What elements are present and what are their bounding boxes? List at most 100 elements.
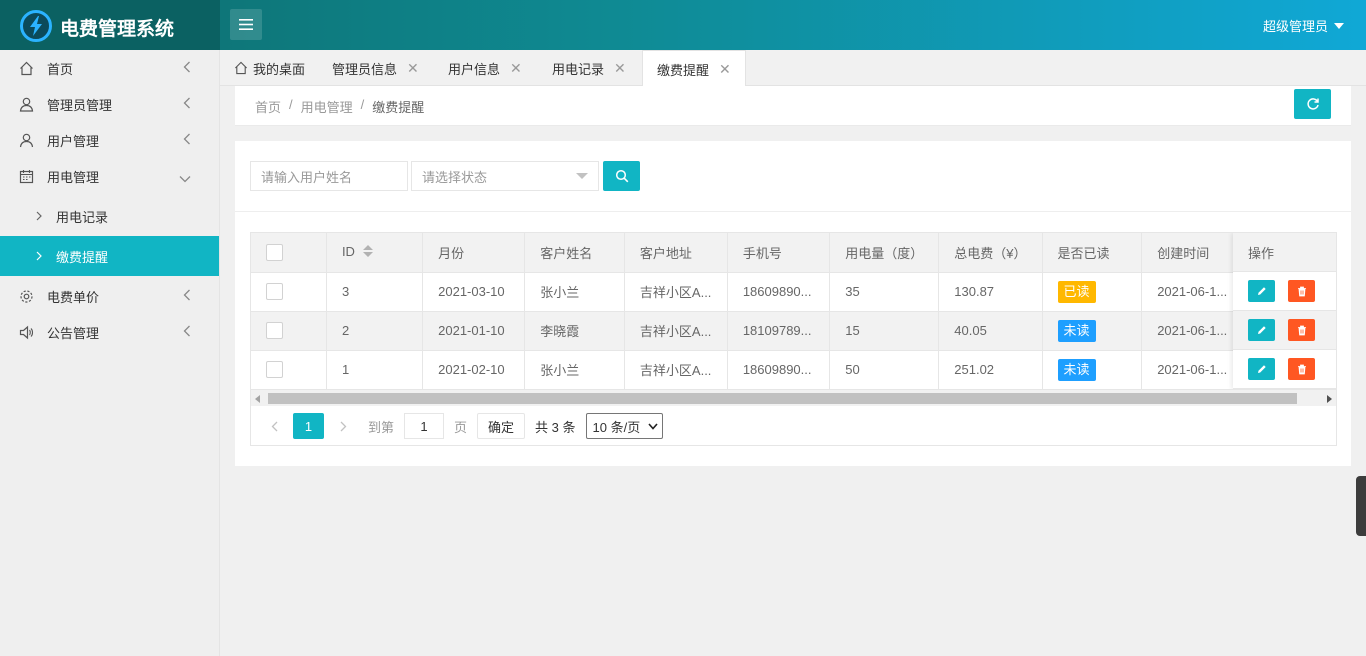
status-badge: 未读 (1057, 319, 1096, 342)
cell-total: 130.87 (938, 272, 1043, 312)
sidebar-item-unit-price[interactable]: 电费单价 (0, 278, 219, 314)
status-badge: 已读 (1057, 280, 1096, 303)
next-page-button[interactable] (328, 413, 358, 439)
tab-label: 用户信息 (448, 61, 501, 77)
delete-button[interactable] (1288, 319, 1315, 341)
sidebar-item-label: 管理员管理 (47, 97, 113, 113)
scroll-left-arrow-icon[interactable] (255, 395, 260, 403)
cell-read: 已读 (1042, 272, 1143, 312)
search-form: 请输入用户姓名 请选择状态 (250, 161, 640, 191)
tab-desktop[interactable]: 我的桌面 (220, 50, 319, 86)
sidebar-item-announcements[interactable]: 公告管理 (0, 314, 219, 350)
sidebar-item-label: 用户管理 (47, 133, 100, 149)
chevron-left-icon (271, 421, 277, 431)
home-icon (235, 61, 247, 75)
sidebar-subitem-label: 缴费提醒 (56, 249, 109, 265)
column-header-created: 创建时间 (1141, 233, 1245, 273)
table-row[interactable]: 3 2021-03-10 张小兰 吉祥小区A... 18609890... 35… (251, 272, 1336, 312)
row-checkbox-cell (251, 350, 327, 390)
edit-button[interactable] (1248, 319, 1275, 341)
sidebar-item-home[interactable]: 首页 (0, 50, 219, 86)
prev-page-button[interactable] (259, 413, 289, 439)
row-actions (1233, 350, 1336, 389)
close-icon[interactable]: ✕ (510, 60, 522, 77)
sidebar-item-users[interactable]: 用户管理 (0, 122, 219, 158)
column-header-usage: 用电量（度） (829, 233, 940, 273)
column-header-actions: 操作 (1233, 233, 1336, 272)
horizontal-scrollbar[interactable] (251, 389, 1336, 406)
row-checkbox[interactable] (266, 322, 283, 340)
table-row[interactable]: 2 2021-01-10 李晓霞 吉祥小区A... 18109789... 15… (251, 311, 1336, 351)
status-select[interactable]: 请选择状态 (411, 161, 599, 191)
sidebar: 首页 管理员管理 用户管理 用电管理 用电记录 缴费提醒 电费单价 公告管理 (0, 50, 220, 656)
page-number-current[interactable]: 1 (293, 413, 324, 439)
cell-usage: 15 (829, 311, 940, 351)
menu-toggle-button[interactable] (230, 9, 262, 40)
goto-page-input[interactable]: 1 (404, 413, 445, 439)
edit-icon (1257, 365, 1266, 373)
close-icon[interactable]: ✕ (407, 60, 419, 77)
table-header-row: ID 月份 客户姓名 客户地址 手机号 用电量（度） 总电费（¥） 是否已读 创… (251, 233, 1336, 273)
tab-admin-info[interactable]: 管理员信息 ✕ (318, 50, 433, 86)
cell-month: 2021-02-10 (422, 350, 526, 390)
side-widget[interactable] (1356, 476, 1366, 536)
sidebar-item-electricity[interactable]: 用电管理 (0, 158, 219, 194)
sort-icon[interactable] (362, 245, 373, 260)
close-icon[interactable]: ✕ (719, 61, 731, 78)
home-icon (18, 60, 34, 76)
row-checkbox[interactable] (266, 361, 283, 379)
cell-created: 2021-06-1... (1141, 311, 1245, 351)
chevron-left-icon (183, 61, 191, 76)
divider (235, 211, 1351, 212)
goto-confirm-button[interactable]: 确定 (477, 413, 526, 439)
user-name-search-input[interactable]: 请输入用户姓名 (250, 161, 408, 191)
delete-button[interactable] (1288, 280, 1315, 302)
tab-user-info[interactable]: 用户信息 ✕ (434, 50, 536, 86)
search-button[interactable] (603, 161, 640, 191)
lightning-icon (20, 10, 52, 42)
page-size-select[interactable]: 10 条/页 (585, 413, 664, 439)
tab-bar: 我的桌面 管理员信息 ✕ 用户信息 ✕ 用电记录 ✕ 缴费提醒 ✕ (220, 50, 1366, 87)
trash-icon (1297, 325, 1306, 335)
close-icon[interactable]: ✕ (614, 60, 626, 77)
edit-button[interactable] (1248, 358, 1275, 380)
column-header-month: 月份 (422, 233, 526, 273)
cell-phone: 18609890... (727, 272, 831, 312)
cell-read: 未读 (1042, 350, 1143, 390)
sidebar-subitem-label: 用电记录 (56, 209, 109, 225)
column-header-total: 总电费（¥） (938, 233, 1043, 273)
tab-label: 我的桌面 (253, 61, 306, 77)
caret-down-icon (1334, 22, 1344, 29)
calendar-icon (18, 168, 34, 184)
table-row[interactable]: 1 2021-02-10 张小兰 吉祥小区A... 18609890... 50… (251, 350, 1336, 390)
select-all-checkbox[interactable] (266, 243, 283, 261)
edit-icon (1257, 287, 1266, 295)
refresh-button[interactable] (1294, 89, 1331, 119)
cell-name: 张小兰 (524, 272, 625, 312)
scrollbar-thumb[interactable] (268, 393, 1297, 404)
sidebar-item-admin[interactable]: 管理员管理 (0, 86, 219, 122)
cell-phone: 18109789... (727, 311, 831, 351)
delete-button[interactable] (1288, 358, 1315, 380)
row-checkbox[interactable] (266, 283, 283, 301)
sidebar-item-label: 用电管理 (47, 169, 100, 185)
tab-payment-reminder[interactable]: 缴费提醒 ✕ (642, 50, 746, 87)
column-header-id[interactable]: ID (326, 233, 424, 273)
user-menu[interactable]: 超级管理员 (1263, 16, 1344, 35)
scroll-right-arrow-icon[interactable] (1327, 395, 1332, 403)
logo: 电费管理系统 (0, 0, 220, 50)
chevron-left-icon (183, 325, 191, 340)
hamburger-icon (239, 19, 253, 30)
breadcrumb-parent[interactable]: 用电管理 (301, 97, 353, 116)
edit-button[interactable] (1248, 280, 1275, 302)
tab-usage-records[interactable]: 用电记录 ✕ (538, 50, 640, 86)
breadcrumb-home[interactable]: 首页 (255, 97, 281, 116)
cell-phone: 18609890... (727, 350, 831, 390)
status-badge: 未读 (1057, 358, 1096, 381)
cell-created: 2021-06-1... (1141, 272, 1245, 312)
cell-address: 吉祥小区A... (624, 272, 728, 312)
sidebar-item-label: 公告管理 (47, 325, 100, 341)
cell-name: 张小兰 (524, 350, 625, 390)
sidebar-subitem-usage-records[interactable]: 用电记录 (0, 196, 219, 236)
sidebar-subitem-payment-reminder[interactable]: 缴费提醒 (0, 236, 219, 276)
